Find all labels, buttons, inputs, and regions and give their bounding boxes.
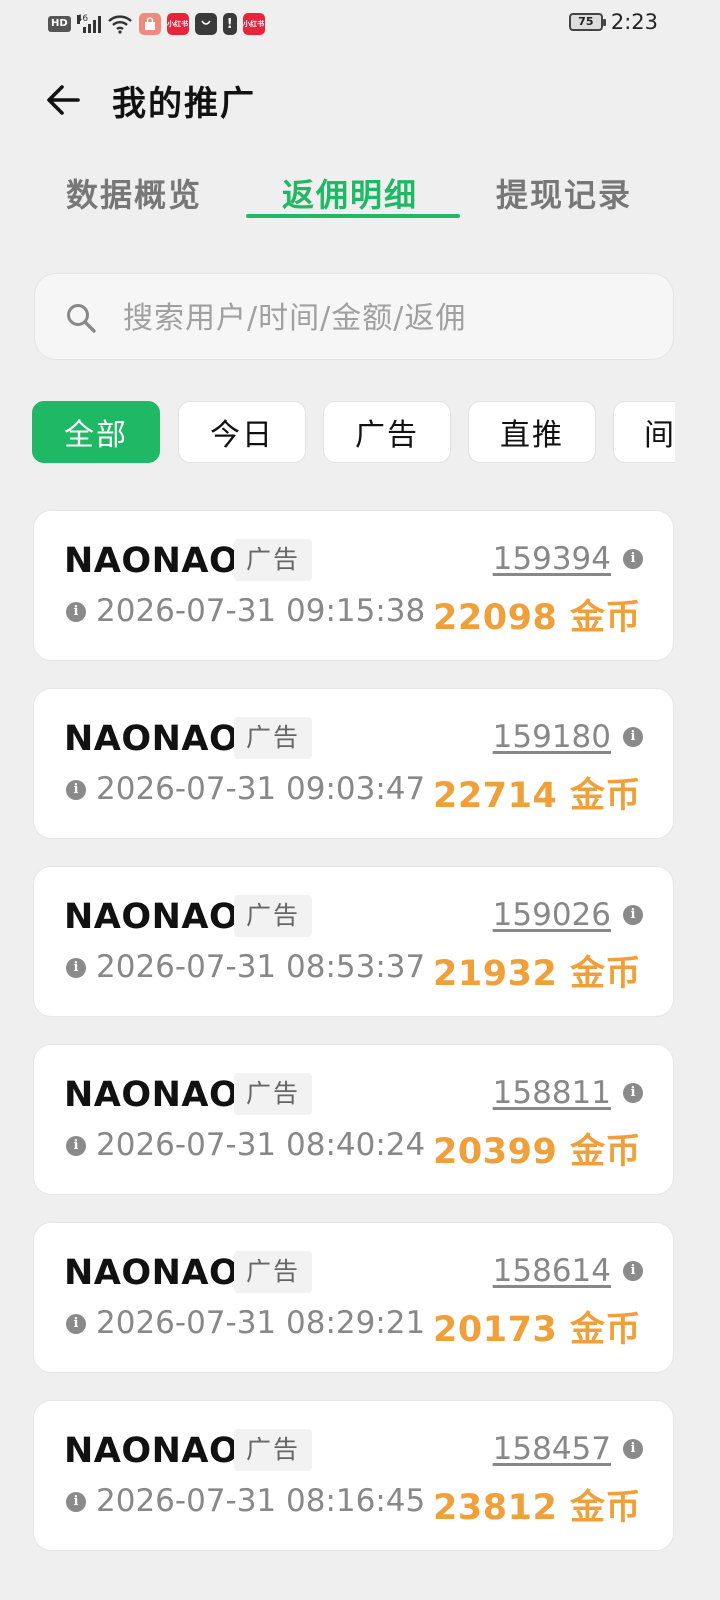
search-icon	[67, 304, 96, 333]
record-id-link[interactable]: 159180	[493, 719, 611, 755]
record-id-link[interactable]: 159026	[493, 897, 611, 933]
alert-icon: !	[222, 13, 237, 35]
xiaohongshu-app-icon-2: 小红书	[242, 13, 265, 35]
record-time: 2026-07-31 09:03:47	[96, 771, 426, 807]
record-amount: 20173 金币	[433, 1310, 641, 1350]
info-icon: i	[66, 1492, 86, 1512]
back-arrow-icon[interactable]	[44, 80, 84, 120]
info-icon: i	[66, 958, 86, 978]
search-input[interactable]	[123, 296, 643, 340]
record-user: NAONAO	[64, 1253, 240, 1293]
info-icon: i	[66, 1314, 86, 1334]
info-icon: i	[66, 780, 86, 800]
record-user: NAONAO	[64, 1431, 240, 1471]
shopping-bag-app-icon	[138, 13, 161, 35]
tab-data-overview[interactable]: 数据概览	[66, 170, 202, 216]
status-right: 75 2:23	[568, 10, 658, 34]
record-card[interactable]: NAONAO 广告 i 2026-07-31 08:53:37 159026 i…	[33, 866, 674, 1017]
info-icon[interactable]: i	[623, 549, 643, 569]
tab-commission-details[interactable]: 返佣明细	[282, 170, 418, 216]
info-icon[interactable]: i	[623, 1083, 643, 1103]
record-id-link[interactable]: 158811	[493, 1075, 611, 1111]
record-id-link[interactable]: 159394	[493, 541, 611, 577]
info-icon: i	[66, 1136, 86, 1156]
record-time: 2026-07-31 09:15:38	[96, 593, 426, 629]
hd-badge: HD	[48, 16, 71, 32]
record-card[interactable]: NAONAO 广告 i 2026-07-31 08:16:45 158457 i…	[33, 1400, 674, 1551]
record-type-tag: 广告	[234, 1073, 313, 1115]
active-tab-indicator	[246, 214, 460, 218]
info-icon[interactable]: i	[623, 905, 643, 925]
filter-chip-direct[interactable]: 直推	[468, 401, 596, 463]
record-user: NAONAO	[64, 1075, 240, 1115]
record-user: NAONAO	[64, 897, 240, 937]
record-type-tag: 广告	[234, 895, 313, 937]
cellular-signal-icon: 46	[76, 14, 101, 33]
tab-withdrawal-records[interactable]: 提现记录	[496, 170, 632, 216]
record-amount: 21932 金币	[433, 954, 641, 994]
search-bar[interactable]	[34, 273, 674, 360]
record-user: NAONAO	[64, 719, 240, 759]
filter-chip-ads[interactable]: 广告	[323, 401, 451, 463]
battery-icon: 75	[568, 13, 606, 31]
record-id-link[interactable]: 158457	[493, 1431, 611, 1467]
clock: 2:23	[610, 10, 658, 34]
record-card[interactable]: NAONAO 广告 i 2026-07-31 09:15:38 159394 i…	[33, 510, 674, 661]
record-type-tag: 广告	[234, 1429, 313, 1471]
record-card[interactable]: NAONAO 广告 i 2026-07-31 08:29:21 158614 i…	[33, 1222, 674, 1373]
signal-label: 46	[76, 14, 89, 24]
record-time: 2026-07-31 08:53:37	[96, 949, 426, 985]
record-id-link[interactable]: 158614	[493, 1253, 611, 1289]
record-amount: 22098 金币	[433, 598, 641, 638]
record-user: NAONAO	[64, 541, 240, 581]
filter-chip-today[interactable]: 今日	[178, 401, 306, 463]
record-time: 2026-07-31 08:29:21	[96, 1305, 426, 1341]
record-card[interactable]: NAONAO 广告 i 2026-07-31 08:40:24 158811 i…	[33, 1044, 674, 1195]
record-type-tag: 广告	[234, 1251, 313, 1293]
dark-app-icon	[194, 13, 217, 35]
wifi-icon	[107, 15, 132, 34]
record-amount: 20399 金币	[433, 1132, 641, 1172]
filter-chips: 全部 今日 广告 直推 间	[32, 401, 675, 463]
xiaohongshu-app-icon: 小红书	[166, 13, 189, 35]
record-amount: 22714 金币	[433, 776, 641, 816]
page-title: 我的推广	[112, 84, 256, 124]
record-type-tag: 广告	[234, 539, 313, 581]
filter-chip-indirect[interactable]: 间	[613, 401, 675, 463]
record-time: 2026-07-31 08:16:45	[96, 1483, 426, 1519]
record-amount: 23812 金币	[433, 1488, 641, 1528]
status-icons: HD 46 小红书 ! 小红书	[48, 12, 265, 36]
info-icon: i	[66, 602, 86, 622]
info-icon[interactable]: i	[623, 727, 643, 747]
record-card[interactable]: NAONAO 广告 i 2026-07-31 09:03:47 159180 i…	[33, 688, 674, 839]
info-icon[interactable]: i	[623, 1439, 643, 1459]
record-type-tag: 广告	[234, 717, 313, 759]
filter-chip-all[interactable]: 全部	[32, 401, 160, 463]
record-time: 2026-07-31 08:40:24	[96, 1127, 426, 1163]
info-icon[interactable]: i	[623, 1261, 643, 1281]
status-bar: HD 46 小红书 ! 小红书 75 2:23	[0, 0, 720, 50]
